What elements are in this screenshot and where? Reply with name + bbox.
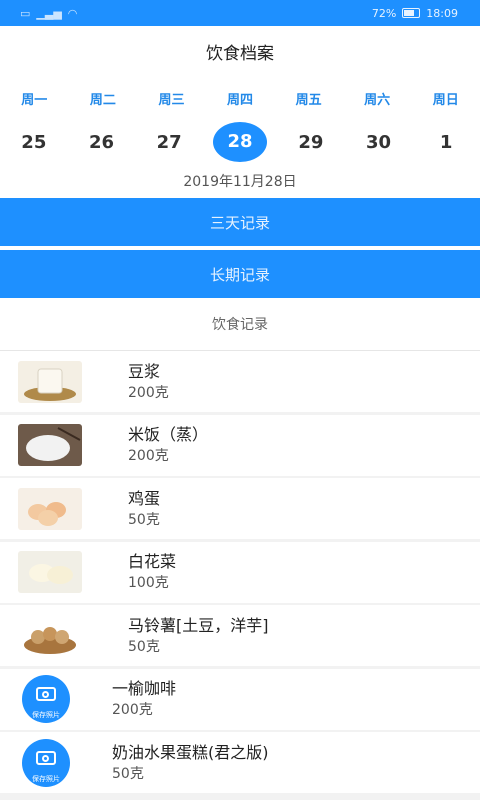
food-name: 白花菜 [128, 552, 177, 571]
date-item[interactable]: 25 [0, 132, 68, 153]
date-item[interactable]: 1 [412, 132, 480, 153]
weekday-label: 周一 [21, 92, 48, 108]
weekday-label: 周三 [158, 92, 185, 108]
battery-icon [402, 8, 421, 18]
egg-image [18, 487, 82, 530]
weekday-label: 周五 [295, 92, 322, 108]
status-bar: ▭ ▁▃▅ ◠ 72% 18:09 [0, 0, 480, 26]
camera-icon[interactable]: 保存照片 [22, 675, 70, 723]
list-item[interactable]: 豆浆 200克 [0, 351, 480, 412]
list-item[interactable]: 马铃薯[土豆，洋芋] 50克 [0, 605, 480, 666]
sim-icon: ▭ [20, 6, 31, 20]
clock: 18:09 [426, 6, 458, 20]
date-row: 25 26 27 28 29 30 1 [0, 120, 480, 164]
food-amount: 50克 [128, 511, 160, 528]
list-item[interactable]: 白花菜 100克 [0, 541, 480, 603]
list-item[interactable]: 鸡蛋 50克 [0, 478, 480, 539]
rice-image [18, 424, 82, 466]
selected-date-text: 2019年11月28日 [0, 164, 480, 198]
food-list: 豆浆 200克 米饭（蒸） 200克 鸡蛋 50克 白花菜 100克 马铃薯[土… [0, 351, 480, 793]
food-name: 马铃薯[土豆，洋芋] [128, 615, 269, 635]
page-title: 饮食档案 [0, 26, 480, 76]
date-item[interactable]: 30 [345, 132, 413, 153]
weekday-row: 周一 周二 周三 周四 周五 周六 周日 [0, 76, 480, 120]
section-title: 饮食记录 [0, 298, 480, 351]
weekday-label: 周六 [364, 92, 391, 108]
food-amount: 100克 [128, 575, 169, 591]
food-amount: 200克 [112, 702, 153, 718]
save-photo-label: 保存照片 [32, 774, 60, 783]
list-item[interactable]: 保存照片 一榆咖啡 200克 [0, 668, 480, 730]
food-name: 豆浆 [128, 361, 161, 381]
food-amount: 200克 [128, 384, 169, 401]
potato-image [18, 614, 82, 657]
food-amount: 50克 [128, 638, 160, 655]
weekday-label: 周四 [227, 92, 254, 108]
food-name: 奶油水果蛋糕(君之版) [112, 742, 269, 762]
weekday-label: 周二 [89, 92, 116, 108]
date-item[interactable]: 26 [68, 132, 136, 153]
soy-milk-image [18, 360, 82, 403]
three-day-records-button[interactable]: 三天记录 [0, 198, 480, 246]
food-amount: 200克 [128, 448, 169, 464]
signal-icon: ▁▃▅ [36, 6, 62, 20]
save-photo-label: 保存照片 [32, 711, 60, 719]
food-amount: 50克 [112, 765, 144, 782]
food-name: 鸡蛋 [128, 488, 161, 508]
wifi-icon: ◠ [67, 6, 78, 20]
food-name: 米饭（蒸） [128, 425, 209, 444]
date-item-selected[interactable]: 28 [213, 122, 268, 162]
long-term-records-button[interactable]: 长期记录 [0, 250, 480, 298]
date-item[interactable]: 29 [277, 132, 345, 153]
food-name: 一榆咖啡 [112, 679, 177, 698]
cauliflower-image [18, 551, 82, 593]
weekday-label: 周日 [432, 92, 459, 108]
camera-icon[interactable]: 保存照片 [22, 738, 70, 787]
list-item[interactable]: 保存照片 奶油水果蛋糕(君之版) 50克 [0, 732, 480, 793]
list-item[interactable]: 米饭（蒸） 200克 [0, 414, 480, 476]
date-item[interactable]: 27 [135, 132, 203, 153]
battery-percent: 72% [371, 6, 397, 20]
